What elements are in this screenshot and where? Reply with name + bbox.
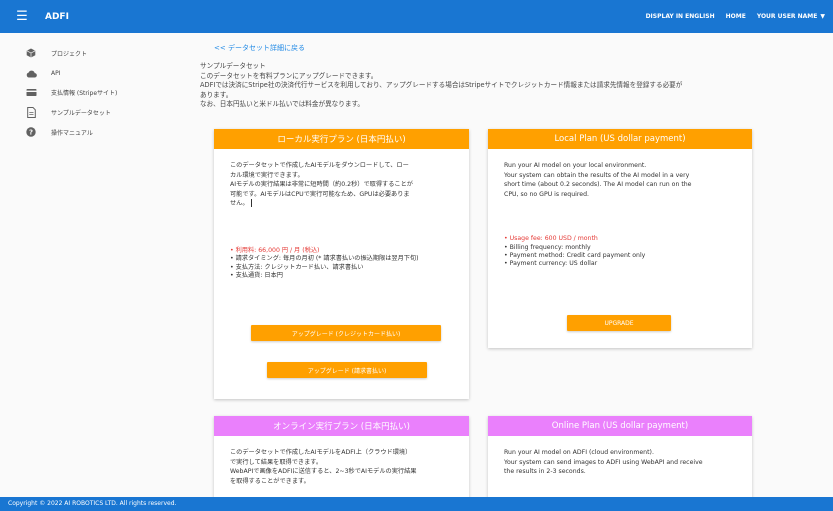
- card-body: このデータセットで作成したAIモデルをダウンロードして、ロー カル環境で実行でき…: [214, 149, 469, 280]
- list-item: Usage fee: 600 USD / month: [504, 235, 740, 243]
- sidebar-item-api[interactable]: API: [24, 65, 61, 81]
- app-bar: ☰ ADFI DISPLAY IN ENGLISH HOME YOUR USER…: [0, 0, 833, 33]
- sidebar-item-manual[interactable]: ? 操作マニュアル: [24, 124, 93, 140]
- card-text: カル環境で実行できます。: [230, 171, 304, 179]
- hamburger-menu-icon[interactable]: ☰: [9, 0, 35, 33]
- card-text: the results in 2-3 seconds.: [504, 468, 586, 476]
- description-line: ADFIでは決済にStripe社の決済代行サービスを利用しており、アップグレード…: [200, 81, 683, 90]
- plan-details-list: 利用料: 66,000 円 / 月 (税込) 請求タイミング: 毎月の月初 (*…: [230, 247, 457, 280]
- app-title[interactable]: ADFI: [45, 12, 69, 22]
- card-text: WebAPIで画像をADFIに送信すると、2~3秒でAIモデルの実行結果: [230, 468, 417, 476]
- local-plan-usd-card: Local Plan (US dollar payment) Run your …: [488, 129, 752, 348]
- list-item: Billing frequency: monthly: [504, 244, 740, 252]
- local-plan-jpy-card: ローカル実行プラン (日本円払い) このデータセットで作成したAIモデルをダウン…: [214, 129, 469, 399]
- card-text: このデータセットで作成したAIモデルをADFI上（クラウド環境）: [230, 449, 412, 456]
- back-to-dataset-link[interactable]: << データセット詳細に戻る: [214, 43, 305, 53]
- card-text: Your system can send images to ADFI usin…: [504, 458, 703, 466]
- description-line: サンプルデータセット: [200, 62, 266, 70]
- card-text: で実行して結果を取得できます。: [230, 458, 323, 466]
- description-line: このデータセットを有料プランにアップグレードできます。: [200, 71, 378, 80]
- card-header: ローカル実行プラン (日本円払い): [214, 129, 469, 149]
- user-name: YOUR USER NAME: [756, 13, 818, 20]
- card-text: Run your AI model on ADFI (cloud environ…: [504, 449, 654, 456]
- card-text: CPU, so no GPU is required.: [504, 190, 589, 198]
- cloud-icon: [24, 66, 38, 80]
- document-icon: [24, 105, 38, 119]
- sidebar-item-label: 操作マニュアル: [51, 129, 93, 137]
- sidebar-item-projects[interactable]: プロジェクト: [24, 45, 87, 61]
- list-item: Payment currency: US dollar: [504, 260, 740, 268]
- list-item: 支払通貨: 日本円: [230, 272, 457, 280]
- card-header: Online Plan (US dollar payment): [488, 416, 752, 436]
- sidebar-item-label: サンプルデータセット: [51, 109, 111, 117]
- footer-copyright: Copyright © 2022 AI ROBOTICS LTD. All ri…: [0, 497, 833, 511]
- home-button[interactable]: HOME: [726, 13, 746, 20]
- user-menu-button[interactable]: YOUR USER NAME ▼: [757, 13, 825, 20]
- upgrade-button[interactable]: UPGRADE: [567, 315, 671, 331]
- sidebar-item-label: プロジェクト: [51, 50, 88, 58]
- upgrade-invoice-button[interactable]: アップグレード (請求書払い): [267, 362, 427, 378]
- card-text: AIモデルの実行結果は非常に短時間（約0.2秒）で取得することが: [230, 181, 413, 189]
- card-text: せん。: [230, 199, 457, 209]
- card-header: オンライン実行プラン (日本円払い): [214, 416, 469, 436]
- list-item: 支払方法: クレジットカード払い、請求書払い: [230, 264, 457, 272]
- sidebar-item-payment[interactable]: 支払情報 (Stripeサイト): [24, 84, 117, 100]
- card-body: Run your AI model on your local environm…: [488, 149, 752, 269]
- sidebar: プロジェクト API 支払情報 (Stripeサイト) サンプルデータセット ?…: [0, 33, 190, 497]
- card-body: このデータセットで作成したAIモデルをADFI上（クラウド環境） で実行して結果…: [214, 436, 469, 486]
- description-line: なお、日本円払いと米ドル払いでは料金が異なります。: [200, 100, 364, 109]
- card-text: このデータセットで作成したAIモデルをダウンロードして、ロー: [230, 162, 409, 169]
- list-item: 請求タイミング: 毎月の月初 (* 請求書払いの振込期限は翌月下旬): [230, 255, 457, 263]
- description-line: あります。: [200, 90, 233, 99]
- card-text: Your system can obtain the results of th…: [504, 171, 690, 179]
- display-in-english-button[interactable]: DISPLAY IN ENGLISH: [646, 13, 715, 20]
- sidebar-item-label: 支払情報 (Stripeサイト): [51, 89, 118, 97]
- main-content: << データセット詳細に戻る サンプルデータセット このデータセットを有料プラン…: [190, 33, 833, 497]
- sidebar-item-sample-dataset[interactable]: サンプルデータセット: [24, 104, 111, 120]
- upgrade-description: サンプルデータセット このデータセットを有料プランにアップグレードできます。 A…: [200, 62, 682, 110]
- upgrade-credit-card-button[interactable]: アップグレード (クレジットカード払い): [251, 325, 441, 341]
- sidebar-item-label: API: [51, 69, 61, 77]
- card-text: short time (about 0.2 seconds). The AI m…: [504, 181, 692, 189]
- online-plan-jpy-card: オンライン実行プラン (日本円払い) このデータセットで作成したAIモデルをAD…: [214, 416, 469, 497]
- list-item: Payment method: Credit card payment only: [504, 252, 740, 260]
- card-text: 可能です。AIモデルはCPUで実行可能なため、GPUは必要ありま: [230, 190, 410, 198]
- card-text: を取得することができます。: [230, 477, 310, 485]
- help-icon: ?: [24, 125, 38, 139]
- caret-down-icon: ▼: [820, 13, 825, 20]
- appbar-actions: DISPLAY IN ENGLISH HOME YOUR USER NAME ▼: [635, 13, 825, 20]
- cube-icon: [24, 46, 38, 60]
- online-plan-usd-card: Online Plan (US dollar payment) Run your…: [488, 416, 752, 497]
- card-header: Local Plan (US dollar payment): [488, 129, 752, 149]
- card-text: Run your AI model on your local environm…: [504, 162, 647, 169]
- svg-text:?: ?: [29, 129, 33, 137]
- credit-card-icon: [24, 85, 38, 99]
- plan-details-list: Usage fee: 600 USD / month Billing frequ…: [504, 235, 740, 268]
- card-body: Run your AI model on ADFI (cloud environ…: [488, 436, 752, 477]
